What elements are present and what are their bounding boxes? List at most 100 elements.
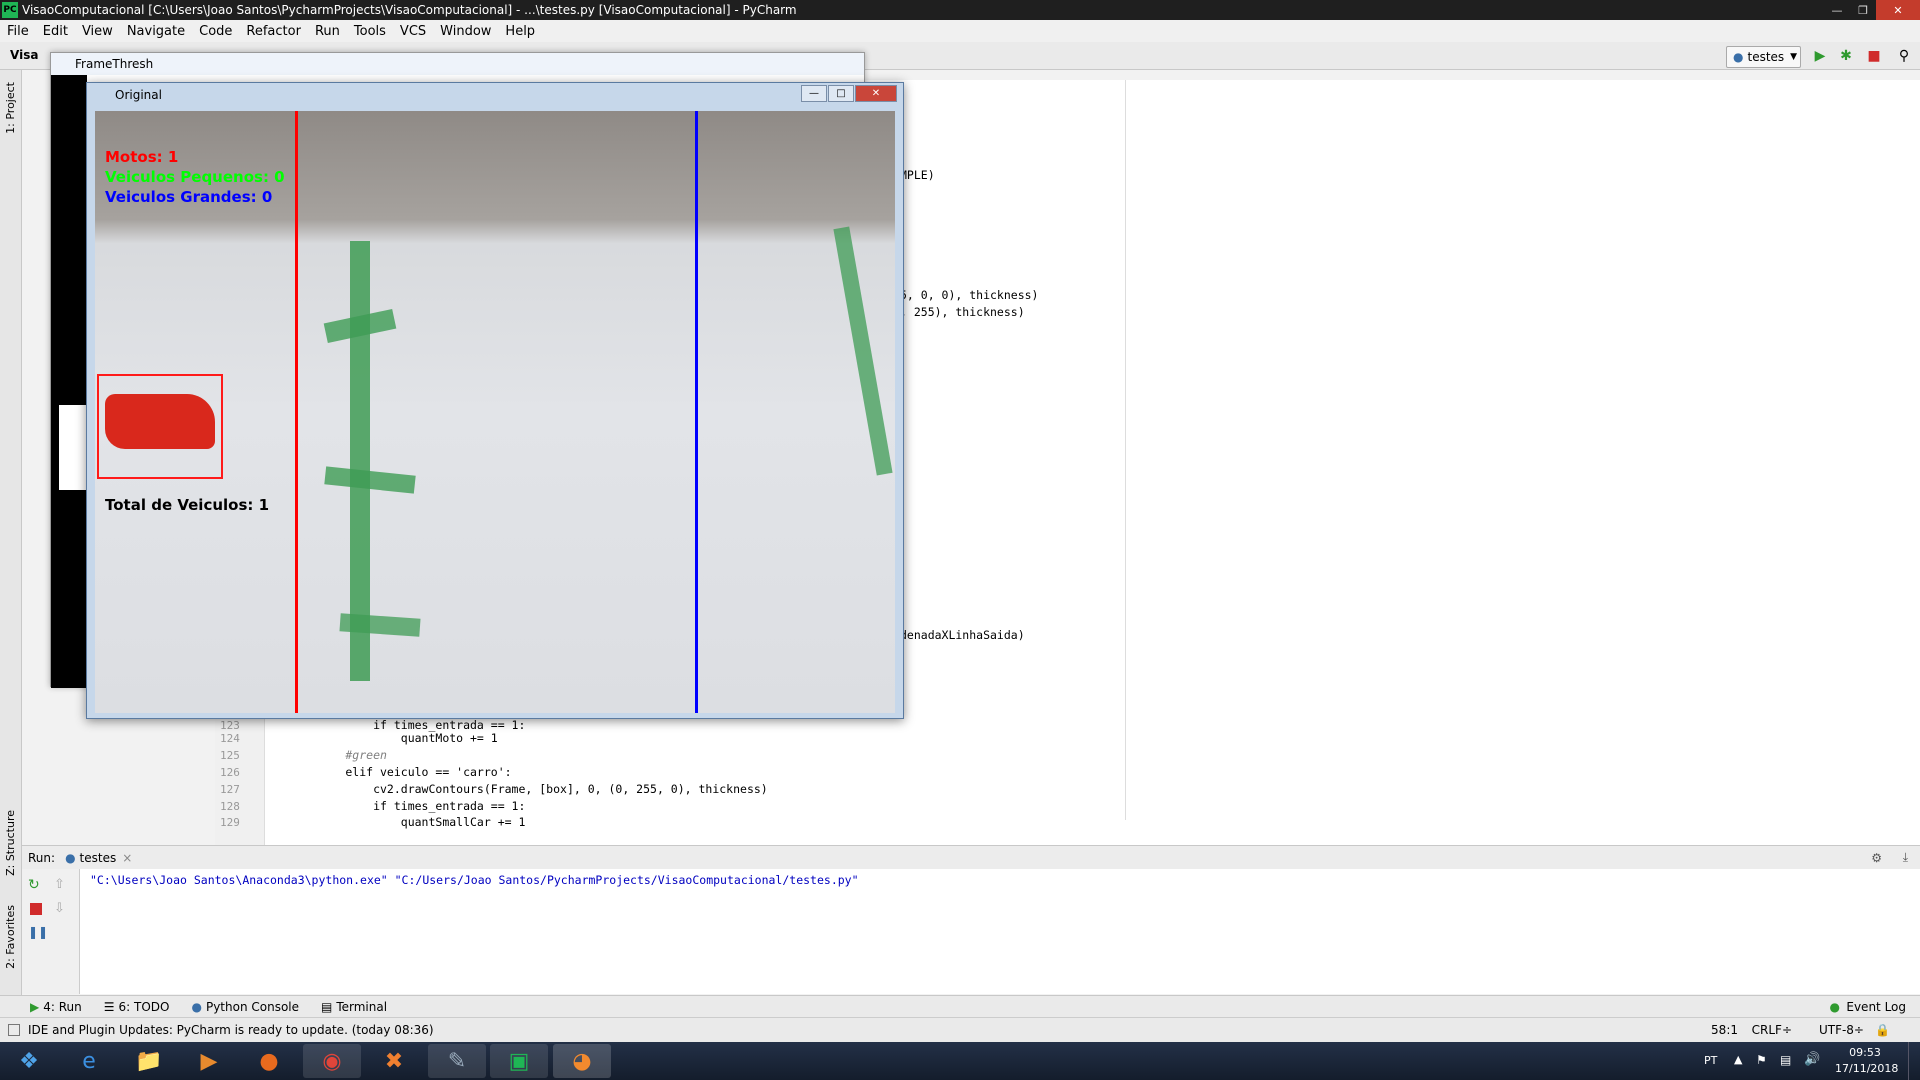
run-console[interactable]: "C:\Users\Joao Santos\Anaconda3\python.e… <box>80 869 1920 994</box>
caret-position[interactable]: 58:1 <box>1711 1023 1738 1037</box>
right-margin-guide <box>1125 80 1126 820</box>
internet-explorer-icon[interactable]: e <box>60 1044 118 1078</box>
python-app-icon[interactable]: ◕ <box>553 1044 611 1078</box>
run-panel-header: Run: ● testes × ⚙ ⤓ <box>22 845 1920 869</box>
structure-tool-tab[interactable]: Z: Structure <box>4 810 17 876</box>
menu-view[interactable]: View <box>75 24 120 39</box>
stop-icon[interactable] <box>30 903 42 915</box>
menu-run[interactable]: Run <box>308 24 347 39</box>
code-line: quantMoto += 1 <box>290 731 498 745</box>
favorites-tool-tab[interactable]: 2: Favorites <box>4 905 17 969</box>
media-player-icon[interactable]: ▶ <box>180 1044 238 1078</box>
close-button[interactable]: ✕ <box>855 85 897 102</box>
menu-code[interactable]: Code <box>192 24 239 39</box>
firefox-icon[interactable]: ● <box>240 1044 298 1078</box>
tray-arrow-icon[interactable]: ▲ <box>1734 1053 1742 1066</box>
run-config-label: testes <box>1747 50 1785 64</box>
video-frame: Motos: 1 Veiculos Pequenos: 0 Veiculos G… <box>95 111 895 713</box>
threshold-image <box>51 75 87 688</box>
action-center-icon[interactable]: ⚑ <box>1756 1053 1767 1067</box>
code-line: quantSmallCar += 1 <box>290 815 526 829</box>
stop-icon[interactable]: ■ <box>1865 47 1883 65</box>
project-breadcrumb[interactable]: Visa <box>10 48 38 62</box>
debug-icon[interactable]: ✱ <box>1837 47 1855 65</box>
close-tab-icon[interactable]: × <box>122 851 132 865</box>
python-console-tab[interactable]: Python Console <box>206 1000 299 1014</box>
run-label: Run: <box>28 850 56 865</box>
title-bar: PC VisaoComputacional [C:\Users\Joao San… <box>0 0 1920 20</box>
down-arrow-icon[interactable]: ⇩ <box>54 901 65 916</box>
original-video-window[interactable]: Original — □ ✕ Motos: 1 Veiculos Pequeno… <box>86 82 904 719</box>
code-fragment: MPLE) <box>900 168 935 182</box>
line-number: 129 <box>220 816 240 829</box>
terminal-tab[interactable]: Terminal <box>336 1000 387 1014</box>
line-number: 127 <box>220 783 240 796</box>
exit-line <box>695 111 698 713</box>
clock-date[interactable]: 17/11/2018 <box>1835 1062 1898 1075</box>
code-line: if times_entrada == 1: <box>290 799 526 813</box>
console-output: "C:\Users\Joao Santos\Anaconda3\python.e… <box>90 873 859 887</box>
start-button[interactable]: ❖ <box>0 1044 58 1078</box>
minimize-button[interactable]: — <box>801 85 827 102</box>
file-explorer-icon[interactable]: 📁 <box>120 1044 178 1078</box>
status-toggle-icon[interactable] <box>8 1024 20 1036</box>
python-icon: ● <box>1733 50 1744 64</box>
menu-edit[interactable]: Edit <box>36 24 75 39</box>
python-console-icon: ● <box>191 999 202 1014</box>
pycharm-taskbar-icon[interactable]: ▣ <box>490 1044 548 1078</box>
run-icon[interactable]: ▶ <box>1811 47 1829 65</box>
green-tape-strip <box>833 226 893 476</box>
clock-time[interactable]: 09:53 <box>1835 1046 1895 1059</box>
show-desktop-button[interactable] <box>1908 1042 1920 1080</box>
small-vehicles-counter: Veiculos Pequenos: 0 <box>105 168 285 186</box>
menu-file[interactable]: File <box>0 24 36 39</box>
status-bar: IDE and Plugin Updates: PyCharm is ready… <box>0 1017 1920 1042</box>
menu-bar: File Edit View Navigate Code Refactor Ru… <box>0 20 1920 42</box>
original-title: Original <box>115 88 162 102</box>
menu-help[interactable]: Help <box>498 24 542 39</box>
original-titlebar[interactable]: Original — □ ✕ <box>87 83 903 107</box>
run-tab-testes[interactable]: testes <box>80 851 117 865</box>
xampp-icon[interactable]: ✖ <box>365 1044 423 1078</box>
line-number: 128 <box>220 800 240 813</box>
rerun-icon[interactable]: ↻ <box>28 877 40 893</box>
python-icon: ● <box>65 850 76 865</box>
menu-vcs[interactable]: VCS <box>393 24 433 39</box>
run-tool-tab[interactable]: 4: Run <box>43 1000 82 1014</box>
event-log-tab[interactable]: Event Log <box>1846 1000 1906 1014</box>
line-number: 125 <box>220 749 240 762</box>
pause-icon[interactable]: ❚❚ <box>28 925 48 939</box>
file-encoding[interactable]: UTF-8÷ <box>1819 1023 1864 1037</box>
run-config-selector[interactable]: ● testes ▼ <box>1726 46 1801 68</box>
code-fragment: , 255), thickness) <box>900 305 1025 319</box>
up-arrow-icon[interactable]: ⇧ <box>54 877 65 892</box>
run-tools-column: ↻ ❚❚ ⇧ ⇩ <box>22 869 80 994</box>
paint-icon[interactable]: ✎ <box>428 1044 486 1078</box>
search-icon[interactable]: ⚲ <box>1895 47 1913 65</box>
motos-counter: Motos: 1 <box>105 148 179 166</box>
close-button[interactable]: ✕ <box>1876 0 1920 20</box>
status-message[interactable]: IDE and Plugin Updates: PyCharm is ready… <box>28 1023 434 1037</box>
network-icon[interactable]: ▤ <box>1780 1053 1791 1067</box>
minimize-button[interactable]: — <box>1824 0 1850 20</box>
todo-tool-tab[interactable]: 6: TODO <box>119 1000 170 1014</box>
language-indicator[interactable]: PT <box>1704 1054 1717 1067</box>
code-line: #green <box>290 748 387 762</box>
chevron-down-icon: ▼ <box>1790 52 1798 62</box>
hide-panel-icon[interactable]: ⤓ <box>1903 850 1908 865</box>
framethresh-titlebar[interactable]: FrameThresh <box>51 53 864 75</box>
menu-tools[interactable]: Tools <box>347 24 393 39</box>
menu-window[interactable]: Window <box>433 24 498 39</box>
line-separator[interactable]: CRLF÷ <box>1752 1023 1792 1037</box>
gear-icon[interactable]: ⚙ <box>1871 851 1882 865</box>
maximize-button[interactable]: □ <box>828 85 854 102</box>
menu-refactor[interactable]: Refactor <box>239 24 308 39</box>
chrome-icon[interactable]: ◉ <box>303 1044 361 1078</box>
menu-navigate[interactable]: Navigate <box>120 24 192 39</box>
lock-icon[interactable]: 🔒 <box>1875 1023 1890 1037</box>
project-tool-tab[interactable]: 1: Project <box>4 82 17 134</box>
vehicle-bounding-box <box>97 374 223 479</box>
volume-icon[interactable]: 🔊 <box>1804 1052 1820 1067</box>
maximize-button[interactable]: ❐ <box>1850 0 1876 20</box>
terminal-icon: ▤ <box>321 999 333 1014</box>
